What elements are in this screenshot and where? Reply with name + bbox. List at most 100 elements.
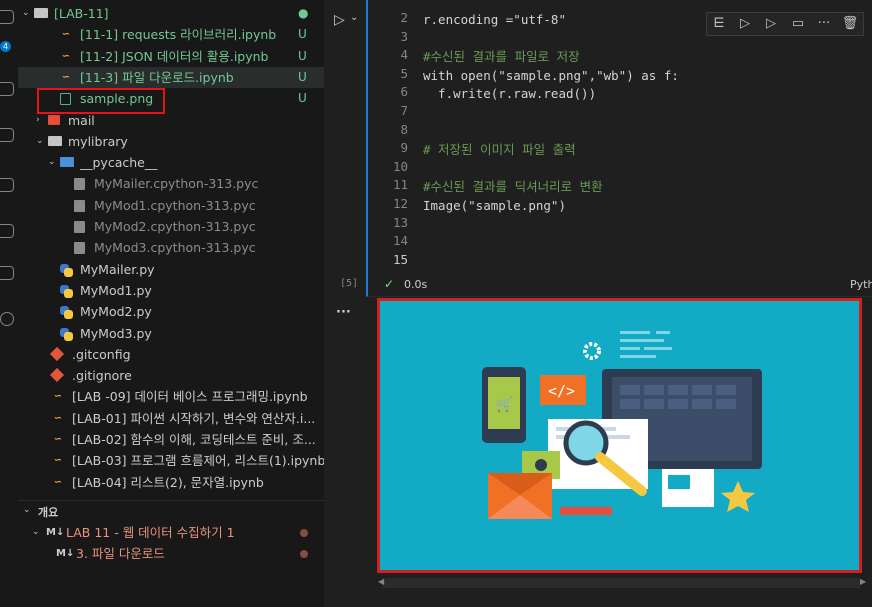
remote-icon[interactable] [0, 224, 14, 238]
chevron-down-icon[interactable]: ⌄ [22, 3, 30, 24]
dirty-dot-icon [300, 550, 308, 558]
file-tree-label: MyMod2.py [80, 304, 152, 320]
file-tree-item[interactable]: MyMod2.cpython-313.pyc [18, 216, 324, 237]
chevron-down-icon[interactable]: ⌄ [36, 131, 44, 152]
scroll-right-icon[interactable]: ▶ [860, 577, 866, 586]
file-tree-label: [LAB-01] 파이썬 시작하기, 변수와 연산자.i... [72, 410, 316, 426]
run-debug-icon[interactable] [0, 82, 14, 96]
outline-section[interactable]: ⌄ 개요 [18, 500, 324, 521]
dirty-dot-icon [300, 529, 308, 537]
file-tree-label: __pycache__ [80, 155, 158, 171]
explorer-icon[interactable] [0, 10, 14, 24]
kernel-language[interactable]: Pyth [850, 278, 872, 291]
outline-item-download[interactable]: M↓ 3. 파일 다운로드 [18, 543, 324, 564]
file-tree-label: mylibrary [68, 133, 128, 149]
execution-count: [5] [340, 278, 359, 289]
code-line[interactable]: Image("sample.png") [423, 196, 566, 215]
file-tree-item[interactable]: ⌄ __pycache__ [18, 152, 324, 173]
execute-above-icon[interactable]: ▷ [736, 16, 754, 32]
file-tree-item[interactable]: MyMod2.py [18, 301, 324, 322]
file-tree-item[interactable]: MyMailer.cpython-313.pyc [18, 173, 324, 194]
git-file-icon [49, 368, 65, 383]
markdown-badge: M↓ [46, 527, 65, 538]
file-tree-item[interactable]: ∽ [LAB -09] 데이터 베이스 프로그래밍.ipynb [18, 386, 324, 407]
execution-status-check-icon: ✓ [384, 277, 395, 291]
file-tree-item[interactable]: .gitconfig [18, 344, 324, 365]
svg-text:</>: </> [548, 382, 575, 400]
chevron-down-icon[interactable]: ⌄ [48, 152, 56, 173]
file-tree-label: [LAB-03] 프로그램 흐름제어, 리스트(1).ipynb [72, 453, 326, 469]
chevron-down-icon: ⌄ [32, 527, 40, 537]
code-line[interactable]: # 저장된 이미지 파일 출력 [423, 140, 576, 159]
file-tree-item[interactable]: MyMod3.py [18, 323, 324, 344]
code-line[interactable]: f.write(r.raw.read()) [423, 84, 596, 103]
code-line[interactable]: #수신된 결과를 딕셔너리로 변환 [423, 177, 603, 196]
svg-text:🛒: 🛒 [496, 396, 513, 413]
code-cell[interactable]: 2 r.encoding ="utf-8" 3 4 #수신된 결과를 파일로 저장 5 wi… [366, 0, 872, 297]
sample-png-highlight [37, 88, 165, 114]
run-options-chevron-icon[interactable]: ⌄ [350, 12, 358, 23]
notebook-icon: ∽ [61, 29, 71, 41]
python-file-icon [60, 306, 73, 320]
file-tree-item[interactable]: ∽ [LAB-01] 파이썬 시작하기, 변수와 연산자.i... [18, 408, 324, 429]
extensions-icon[interactable] [0, 128, 14, 142]
outline-item-lab11[interactable]: ⌄ M↓ LAB 11 - 웹 데이터 수집하기 1 [18, 522, 324, 543]
star-icon [721, 481, 755, 512]
folder-icon [34, 8, 48, 18]
line-number: 15 [392, 251, 408, 267]
outline-item-label: 3. 파일 다운로드 [76, 546, 165, 561]
execute-below-icon[interactable]: ▷ [762, 16, 780, 32]
pyc-file-icon [74, 221, 85, 233]
notebook-icon: ∽ [53, 434, 63, 445]
code-line[interactable]: with open("sample.png","wb") as f: [423, 66, 679, 85]
file-tree-label: [LAB -09] 데이터 베이스 프로그래밍.ipynb [72, 389, 308, 405]
split-cell-icon[interactable]: ▭ [789, 16, 807, 32]
file-tree-item[interactable]: MyMod1.py [18, 280, 324, 301]
code-line[interactable]: #수신된 결과를 파일로 저장 [423, 47, 580, 66]
pyc-file-icon [74, 199, 85, 212]
delete-cell-icon[interactable]: 🗑 [841, 16, 859, 32]
git-file-icon [49, 346, 65, 361]
testing-icon[interactable] [0, 178, 14, 192]
file-tree-item[interactable]: ∽ [LAB-02] 함수의 이해, 코딩테스트 준비, 조... [18, 429, 324, 450]
file-tree-item[interactable]: ⌄ [LAB-11] ● [18, 3, 324, 24]
file-tree-label: MyMod1.cpython-313.pyc [94, 197, 256, 213]
output-actions-ellipsis[interactable]: ··· [336, 305, 351, 320]
code-line[interactable]: r.encoding ="utf-8" [423, 10, 566, 29]
file-tree-label: MyMod3.py [80, 325, 152, 341]
file-tree-item[interactable]: ∽ [LAB-03] 프로그램 흐름제어, 리스트(1).ipynb [18, 450, 326, 471]
run-by-line-icon[interactable]: ⋿ [710, 16, 728, 32]
output-horizontal-scrollbar[interactable] [382, 578, 860, 588]
cell-toolbar: ⋿ ▷ ▷ ▭ ··· 🗑 [706, 12, 864, 36]
scroll-left-icon[interactable]: ◀ [378, 577, 384, 586]
file-tree-label: MyMod2.cpython-313.pyc [94, 219, 256, 234]
file-tree-item[interactable]: ∽ [LAB-04] 리스트(2), 문자열.ipynb [18, 472, 324, 493]
line-number: 7 [400, 103, 408, 118]
line-number: 10 [392, 158, 408, 174]
more-actions-icon[interactable]: ··· [815, 16, 833, 32]
file-tree-item[interactable]: ∽ [11-1] requests 라이브러리.ipynb U [18, 24, 324, 45]
file-tree-item[interactable]: ∽ [11-3] 파일 다운로드.ipynb U [18, 66, 324, 88]
file-tree-item[interactable]: .gitignore [18, 365, 324, 386]
file-tree-item[interactable]: MyMailer.py [18, 259, 324, 280]
notebook-icon: ∽ [61, 50, 71, 62]
git-status-badge: U [298, 69, 307, 84]
file-tree-item[interactable]: MyMod3.cpython-313.pyc [18, 237, 324, 258]
file-tree-item[interactable]: ⌄ mylibrary [18, 131, 324, 152]
database-icon[interactable] [0, 266, 14, 280]
outline-header: 개요 [38, 506, 59, 519]
file-tree-item[interactable]: ∽ [11-2] JSON 데이터의 활용.ipynb U [18, 46, 324, 67]
pyc-file-icon [74, 242, 85, 255]
file-tree-label: [LAB-02] 함수의 이해, 코딩테스트 준비, 조... [72, 432, 316, 447]
source-control-badge: 4 [0, 41, 11, 52]
outline-item-label: LAB 11 - 웹 데이터 수집하기 1 [66, 525, 235, 540]
mail-folder-icon [48, 114, 60, 125]
file-tree-label: [11-2] JSON 데이터의 활용.ipynb [80, 48, 269, 64]
line-number: 3 [400, 28, 408, 44]
run-cell-icon[interactable]: ▷ [334, 12, 345, 28]
git-status-badge: U [298, 91, 307, 106]
file-tree-label: .gitconfig [72, 346, 131, 362]
file-tree-item[interactable]: MyMod1.cpython-313.pyc [18, 195, 324, 216]
timeline-icon[interactable] [0, 312, 14, 326]
python-file-icon [60, 284, 73, 298]
